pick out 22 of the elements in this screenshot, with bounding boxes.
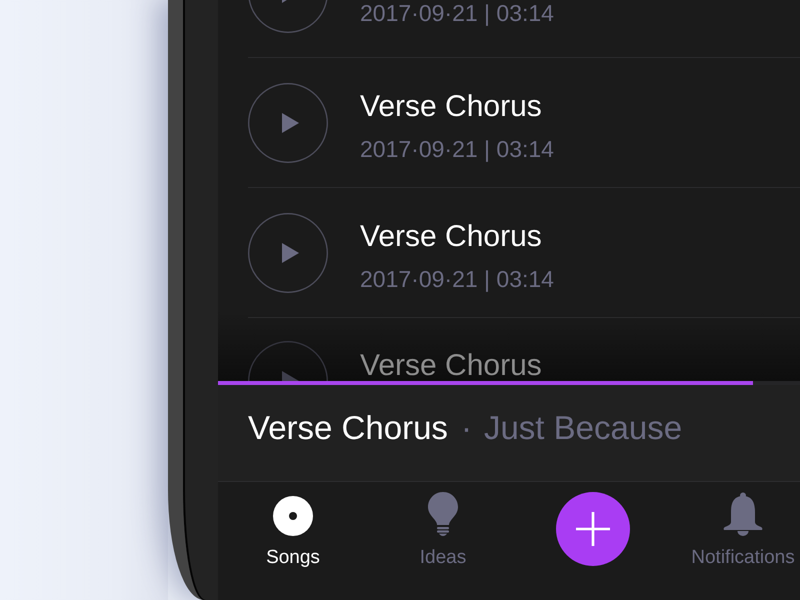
play-button[interactable] <box>248 212 328 292</box>
song-date: 2017·09·21 | 03:14 <box>360 0 554 28</box>
song-title: Verse Chorus <box>360 351 542 381</box>
song-title: Verse Chorus <box>360 220 543 255</box>
song-date: 2017·09·21 | 03:14 <box>360 136 554 164</box>
play-button[interactable] <box>248 341 328 381</box>
song-date: 2017·09·21 | 03:14 <box>360 266 554 294</box>
now-playing-bar[interactable]: Verse Chorus · Just Because <box>218 385 800 482</box>
play-button[interactable] <box>248 82 328 162</box>
bell-icon <box>723 492 763 536</box>
song-title: Verse Chorus <box>360 90 543 125</box>
play-icon <box>282 0 287 3</box>
title-separator: · <box>460 409 472 447</box>
plus-icon <box>576 512 610 546</box>
nav-tab[interactable]: Songs <box>266 492 320 570</box>
play-button[interactable] <box>248 0 328 33</box>
disc-icon <box>273 496 313 536</box>
play-icon <box>282 242 299 262</box>
play-icon <box>282 112 299 132</box>
artist-name: Just Because <box>484 409 682 447</box>
lightbulb-icon <box>428 492 458 536</box>
track-title: Verse Chorus <box>248 409 448 447</box>
